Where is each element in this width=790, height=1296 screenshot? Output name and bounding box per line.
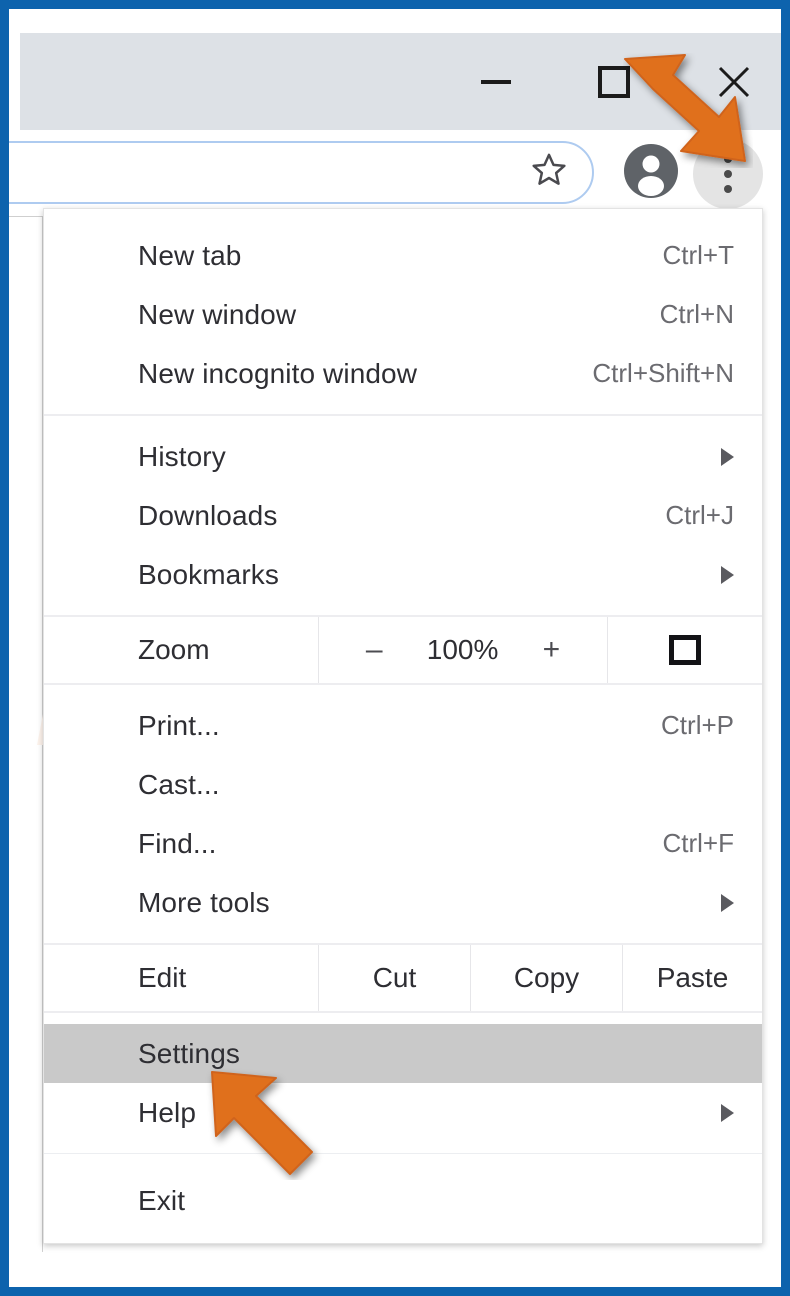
screenshot-root: PC risk.com New tab Ctrl+T New window Ct… [0,0,790,1296]
chevron-right-icon [721,565,734,584]
menu-item-bookmarks[interactable]: Bookmarks [44,545,762,604]
menu-group-padding [44,1154,762,1171]
profile-avatar[interactable] [613,143,688,203]
menu-item-label: More tools [138,886,270,918]
edit-label-cell: Edit [44,945,318,1011]
menu-item-more-tools[interactable]: More tools [44,873,762,932]
paste-label: Paste [656,962,729,993]
menu-top-padding [44,209,762,226]
cut-button[interactable]: Cut [318,945,470,1011]
menu-item-help[interactable]: Help [44,1083,762,1142]
menu-item-settings[interactable]: Settings [44,1024,762,1083]
fullscreen-button[interactable] [608,617,762,683]
menu-item-label: New window [138,298,297,330]
menu-group-padding [44,1142,762,1153]
menu-item-accelerator: Ctrl+P [661,710,734,740]
chevron-right-icon [721,1103,734,1122]
menu-item-exit[interactable]: Exit [44,1171,762,1230]
menu-group-padding [44,1013,762,1024]
minimize-icon [479,76,513,88]
edit-label: Edit [138,962,187,993]
copy-label: Copy [513,962,580,993]
menu-group-padding [44,416,762,427]
zoom-in-button[interactable]: + [543,635,561,665]
minimize-button[interactable] [461,33,531,130]
paste-button[interactable]: Paste [622,945,762,1011]
kebab-dot-icon [724,185,732,193]
cut-label: Cut [372,962,417,993]
menu-group-padding [44,932,762,943]
menu-item-accelerator: Ctrl+Shift+N [592,358,734,388]
menu-item-label: Help [138,1096,196,1128]
menu-item-label: History [138,440,226,472]
menu-item-label: Exit [138,1184,186,1216]
menu-item-find[interactable]: Find... Ctrl+F [44,814,762,873]
menu-item-new-window[interactable]: New window Ctrl+N [44,285,762,344]
menu-item-accelerator: Ctrl+T [662,240,735,270]
bookmark-star-icon[interactable] [528,150,570,195]
browser-toolbar [9,130,781,217]
menu-group-padding [44,403,762,414]
page-left-gutter [9,216,43,1252]
menu-row-edit: Edit Cut Copy Paste [44,945,762,1011]
copy-button[interactable]: Copy [470,945,622,1011]
menu-row-zoom: Zoom – 100% + [44,617,762,683]
chrome-main-menu: New tab Ctrl+T New window Ctrl+N New inc… [43,208,763,1244]
maximize-button[interactable] [579,33,649,130]
window-titlebar [20,33,781,130]
zoom-controls: – 100% + [318,617,608,683]
menu-item-label: Bookmarks [138,558,279,590]
menu-item-accelerator: Ctrl+N [659,299,734,329]
menu-item-accelerator: Ctrl+F [662,828,735,858]
kebab-dot-icon [724,155,732,163]
close-button[interactable] [699,33,769,130]
close-icon [715,63,753,101]
chevron-right-icon [721,893,734,912]
zoom-out-button[interactable]: – [366,635,383,665]
menu-item-label: Settings [138,1037,240,1069]
chrome-menu-button[interactable] [693,139,763,209]
menu-item-cast[interactable]: Cast... [44,755,762,814]
menu-item-history[interactable]: History [44,427,762,486]
menu-group-padding [44,685,762,696]
chevron-right-icon [721,447,734,466]
maximize-icon [597,65,631,99]
menu-item-new-incognito-window[interactable]: New incognito window Ctrl+Shift+N [44,344,762,403]
menu-item-label: Print... [138,709,220,741]
avatar-icon [622,142,680,205]
address-bar[interactable] [9,141,594,204]
menu-item-label: New tab [138,239,242,271]
browser-window: PC risk.com New tab Ctrl+T New window Ct… [9,9,781,1287]
menu-item-print[interactable]: Print... Ctrl+P [44,696,762,755]
zoom-level-value: 100% [426,634,499,665]
menu-item-label: New incognito window [138,357,418,389]
menu-item-downloads[interactable]: Downloads Ctrl+J [44,486,762,545]
menu-item-new-tab[interactable]: New tab Ctrl+T [44,226,762,285]
menu-item-label: Cast... [138,768,220,800]
menu-item-label: Downloads [138,499,278,531]
fullscreen-icon [669,635,701,665]
zoom-label: Zoom [138,634,210,665]
zoom-label-cell: Zoom [44,617,318,683]
kebab-dot-icon [724,170,732,178]
menu-item-accelerator: Ctrl+J [665,500,734,530]
menu-item-label: Find... [138,827,217,859]
menu-group-padding [44,604,762,615]
